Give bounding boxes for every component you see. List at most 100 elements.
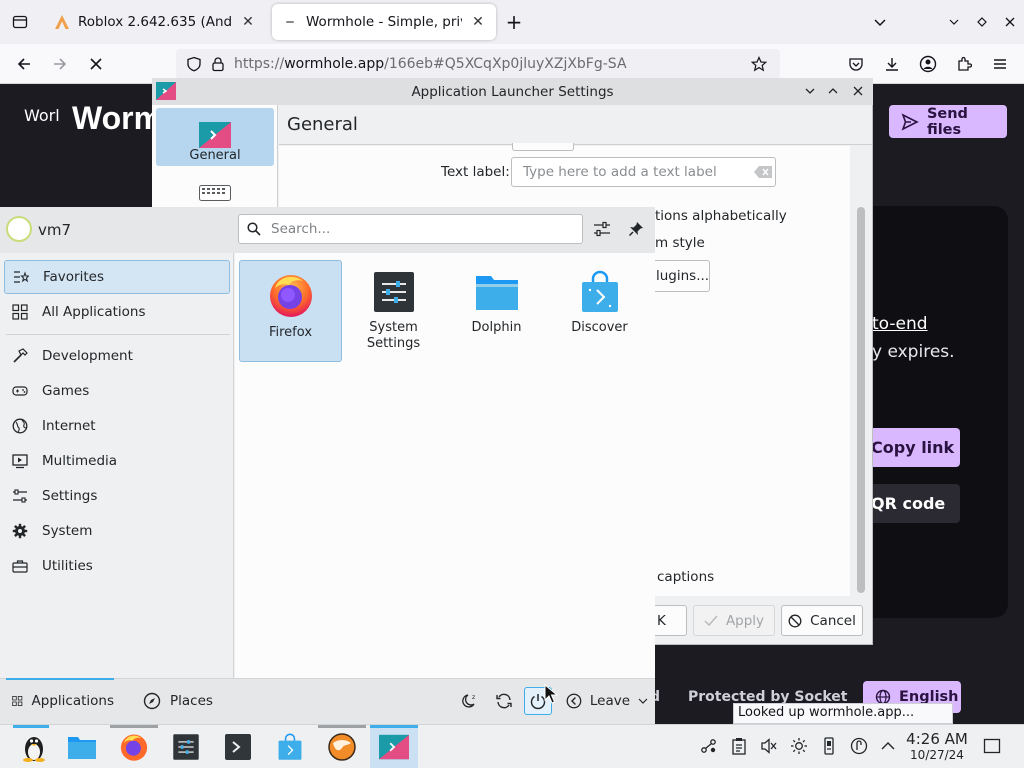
- copy-link-button[interactable]: Copy link: [862, 428, 960, 467]
- configure-plugins-button[interactable]: lugins...: [650, 260, 710, 292]
- text-label-label: Text label:: [441, 164, 510, 180]
- taskbar-discover[interactable]: [266, 726, 314, 768]
- configure-sliders-icon[interactable]: [588, 215, 616, 243]
- category-all-applications[interactable]: All Applications: [4, 295, 230, 329]
- back-icon[interactable]: [10, 50, 38, 78]
- sleep-icon[interactable]: z: [456, 687, 484, 715]
- dialog-close-icon[interactable]: [844, 77, 872, 105]
- category-games[interactable]: Games: [4, 374, 230, 408]
- new-tab-icon[interactable]: +: [500, 8, 528, 36]
- apply-button[interactable]: Apply: [693, 605, 775, 636]
- taskbar-linux-launcher[interactable]: [10, 726, 58, 768]
- send-icon: [901, 112, 919, 131]
- cancel-label: Cancel: [810, 612, 856, 629]
- app-menu-icon[interactable]: [986, 50, 1014, 78]
- dialog-scrollbar-thumb[interactable]: [857, 207, 865, 593]
- category-label: Games: [42, 383, 90, 399]
- category-favorites[interactable]: Favorites: [4, 260, 230, 294]
- clock-time[interactable]: 4:26 AM: [904, 730, 970, 748]
- update-notifier-icon[interactable]: [847, 734, 871, 758]
- icon-button-partial[interactable]: [512, 143, 574, 151]
- tab-applications[interactable]: Applications: [6, 680, 114, 722]
- ok-button[interactable]: K: [650, 605, 687, 636]
- url-bar[interactable]: https://wormhole.app/166eb#Q5XCqXp0jluyX…: [176, 49, 780, 79]
- brightness-icon[interactable]: [787, 734, 811, 758]
- dialog-title: Application Launcher Settings: [411, 83, 614, 100]
- extensions-icon[interactable]: [950, 50, 978, 78]
- close-tab-icon[interactable]: ✕: [240, 14, 256, 30]
- wormhole-tab-favicon: [286, 21, 294, 23]
- taskbar-firefox[interactable]: [110, 726, 158, 768]
- browser-tab-wormhole[interactable]: Wormhole - Simple, private ✕: [272, 4, 496, 40]
- category-settings[interactable]: Settings: [4, 479, 230, 513]
- category-utilities[interactable]: Utilities: [4, 549, 230, 583]
- system-settings-icon: [373, 272, 414, 312]
- apply-label: Apply: [725, 612, 765, 629]
- forward-icon[interactable]: [46, 50, 74, 78]
- clipboard-icon[interactable]: [727, 734, 751, 758]
- app-system-settings[interactable]: System Settings: [342, 260, 445, 362]
- avatar[interactable]: [6, 216, 32, 242]
- cancel-button[interactable]: Cancel: [781, 605, 863, 636]
- pin-icon[interactable]: [622, 215, 650, 243]
- sidebar-item-label: General: [189, 148, 241, 163]
- bookmark-star-icon[interactable]: [745, 50, 773, 78]
- clock-date[interactable]: 10/27/24: [904, 748, 970, 762]
- dialog-maximize-icon[interactable]: [819, 77, 847, 105]
- taskbar-launcher-settings[interactable]: [370, 726, 418, 768]
- app-firefox[interactable]: Firefox: [239, 260, 342, 362]
- captions-option[interactable]: captions: [657, 569, 714, 585]
- send-files-button[interactable]: Send files: [889, 105, 1007, 138]
- qr-code-button[interactable]: QR code: [862, 484, 960, 523]
- taskbar-system-settings[interactable]: [162, 726, 210, 768]
- end-to-end-link[interactable]: to-end: [872, 314, 928, 334]
- close-window-icon[interactable]: [996, 8, 1024, 36]
- terminal-icon: [225, 734, 251, 760]
- stop-loading-icon[interactable]: [82, 50, 110, 78]
- tracking-protection-shield-icon[interactable]: [186, 56, 202, 72]
- pocket-icon[interactable]: [842, 50, 870, 78]
- volume-muted-icon[interactable]: [757, 734, 781, 758]
- browser-tab-roblox[interactable]: Roblox 2.642.635 (Android ✕: [44, 4, 266, 40]
- taskbar-dolphin[interactable]: [58, 726, 106, 768]
- app-dolphin[interactable]: Dolphin: [445, 260, 548, 362]
- category-development[interactable]: Development: [4, 339, 230, 373]
- network-icon[interactable]: [697, 734, 721, 758]
- dialog-titlebar[interactable]: Application Launcher Settings: [152, 78, 873, 105]
- lock-icon[interactable]: [210, 56, 226, 72]
- site-logo[interactable]: Worm: [72, 100, 162, 137]
- text-label-input[interactable]: Type here to add a text label: [511, 157, 776, 187]
- category-label: Development: [42, 348, 133, 364]
- search-input[interactable]: Search...: [238, 214, 583, 244]
- taskbar-konsole[interactable]: [214, 726, 262, 768]
- dialog-app-icon: [156, 82, 176, 100]
- list-all-tabs-icon[interactable]: [866, 8, 894, 36]
- monitor-icon: [12, 454, 28, 469]
- clear-text-icon[interactable]: [754, 166, 772, 178]
- close-tab-icon[interactable]: ✕: [470, 14, 486, 30]
- site-logo-small[interactable]: Worl: [24, 106, 60, 125]
- downloads-icon[interactable]: [878, 50, 906, 78]
- page-title: General: [287, 114, 358, 135]
- keyboard-shortcuts-icon[interactable]: [199, 185, 231, 201]
- category-system[interactable]: System: [4, 514, 230, 548]
- menu-style-option[interactable]: m style: [655, 235, 705, 251]
- app-discover[interactable]: Discover: [548, 260, 651, 362]
- tab-places[interactable]: Places: [140, 680, 240, 722]
- account-icon[interactable]: [914, 50, 942, 78]
- tab-list-icon[interactable]: [6, 8, 34, 36]
- show-desktop-icon[interactable]: [980, 734, 1004, 758]
- category-internet[interactable]: Internet: [4, 409, 230, 443]
- maximize-window-icon[interactable]: [968, 8, 996, 36]
- sort-alphabetically-option[interactable]: tions alphabetically: [655, 208, 787, 224]
- leave-button[interactable]: Leave: [566, 687, 648, 715]
- taskbar-app-orange[interactable]: [318, 726, 366, 768]
- minimize-window-icon[interactable]: [940, 8, 968, 36]
- restart-icon[interactable]: [490, 687, 518, 715]
- sidebar-item-general[interactable]: General: [156, 108, 274, 166]
- category-multimedia[interactable]: Multimedia: [4, 444, 230, 478]
- folder-icon: [475, 276, 518, 310]
- chevron-up-icon[interactable]: [876, 734, 900, 758]
- device-icon[interactable]: [817, 734, 841, 758]
- firefox-icon: [120, 734, 148, 761]
